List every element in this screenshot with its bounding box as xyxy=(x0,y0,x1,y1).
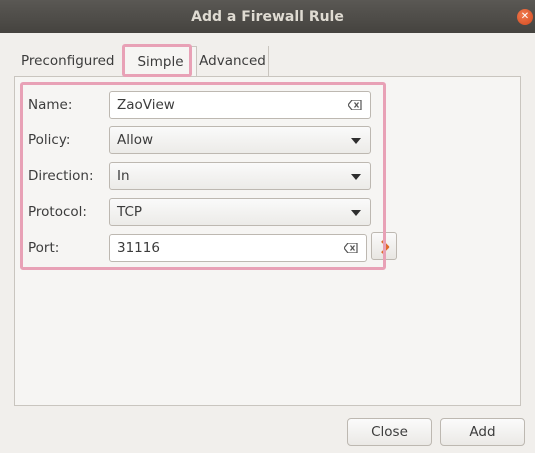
close-button[interactable]: Close xyxy=(347,418,432,446)
window-title: Add a Firewall Rule xyxy=(191,8,344,25)
highlight-form xyxy=(20,82,386,270)
tab-advanced[interactable]: Advanced xyxy=(197,46,269,76)
window-close-button[interactable]: ✕ xyxy=(517,9,533,25)
title-bar: Add a Firewall Rule ✕ xyxy=(0,0,535,33)
highlight-simple-tab xyxy=(122,44,192,77)
tab-preconfigured[interactable]: Preconfigured xyxy=(14,46,122,76)
add-button[interactable]: Add xyxy=(440,418,525,446)
